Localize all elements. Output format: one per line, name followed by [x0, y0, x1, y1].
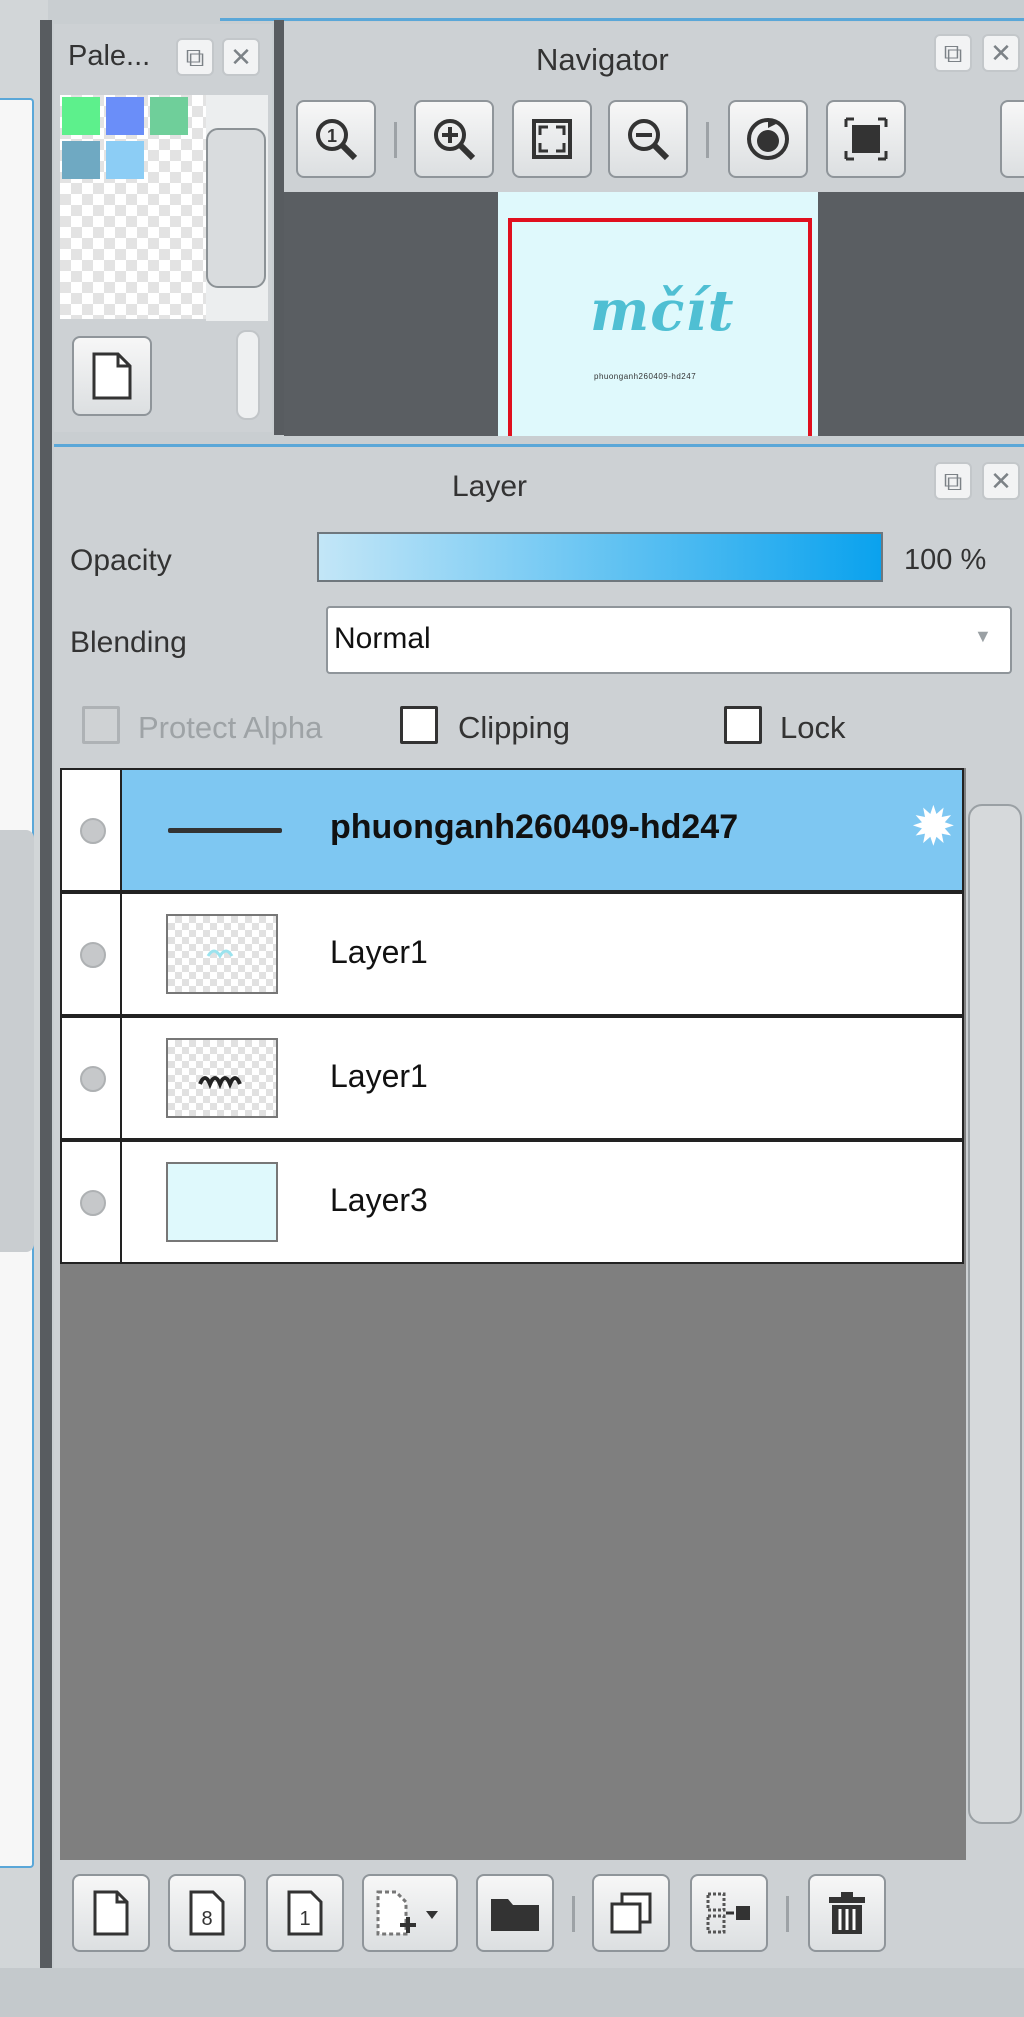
color-swatch-2[interactable]: [106, 97, 144, 135]
clipping-checkbox[interactable]: [400, 706, 438, 744]
fit-screen-button[interactable]: [512, 100, 592, 178]
flip-icon: [844, 117, 888, 161]
svg-text:1: 1: [327, 126, 337, 146]
new-layer-icon: [93, 1890, 129, 1936]
visibility-icon: [80, 1190, 106, 1216]
svg-text:1: 1: [299, 1908, 310, 1930]
visibility-toggle[interactable]: [62, 1018, 122, 1138]
visibility-toggle[interactable]: [62, 770, 122, 890]
visibility-icon: [80, 1066, 106, 1092]
new-8bit-layer-button[interactable]: 8: [168, 1874, 246, 1952]
merge-down-button[interactable]: [690, 1874, 768, 1952]
layer-thumbnail: [166, 1038, 278, 1118]
undock-icon[interactable]: ⧉: [934, 34, 972, 72]
toolbar-separator: [706, 122, 709, 158]
color-swatch-1[interactable]: [62, 97, 100, 135]
new-layer-button[interactable]: [72, 1874, 150, 1952]
panel-divider-2[interactable]: [274, 20, 284, 435]
lock-checkbox[interactable]: [724, 706, 762, 744]
add-layer-dropdown-icon: [376, 1890, 438, 1936]
color-swatch-5[interactable]: [106, 141, 144, 179]
new-palette-button[interactable]: [72, 336, 152, 416]
opacity-slider[interactable]: [317, 532, 883, 582]
zoom-out-button[interactable]: [608, 100, 688, 178]
protect-alpha-checkbox[interactable]: [82, 706, 120, 744]
layer-thumbnail: [166, 914, 278, 994]
opacity-label: Opacity: [70, 544, 172, 577]
swatch-grid[interactable]: [60, 95, 206, 319]
merge-down-icon: [706, 1892, 750, 1934]
layer-row[interactable]: Layer1: [60, 892, 964, 1016]
palette-scroll-handle[interactable]: [236, 330, 260, 420]
fit-screen-icon: [532, 119, 572, 159]
palette-scroll-thumb[interactable]: [206, 128, 266, 288]
zoom-out-icon: [628, 119, 670, 161]
navigator-title: Navigator: [536, 42, 669, 77]
clipping-label: Clipping: [458, 710, 571, 745]
duplicate-layer-icon: [610, 1892, 652, 1934]
panel-divider[interactable]: [40, 20, 52, 1968]
bottom-strip: [0, 1968, 1024, 2017]
visibility-icon: [80, 942, 106, 968]
layer-name: Layer1: [330, 934, 428, 970]
toolbar-separator: [786, 1896, 789, 1932]
close-icon[interactable]: ✕: [982, 462, 1020, 500]
close-icon[interactable]: ✕: [222, 38, 260, 76]
rotate-button[interactable]: [728, 100, 808, 178]
layer-name: Layer3: [330, 1182, 428, 1218]
delete-layer-button[interactable]: [808, 1874, 886, 1952]
lock-label: Lock: [780, 710, 846, 745]
zoom-in-button[interactable]: [414, 100, 494, 178]
canvas-logo-text: mčít: [590, 278, 735, 344]
add-layer-dropdown-button[interactable]: [362, 1874, 458, 1952]
layer-row[interactable]: Layer1: [60, 1016, 964, 1140]
blending-label: Blending: [70, 626, 187, 659]
zoom-in-icon: [434, 119, 476, 161]
visibility-toggle[interactable]: [62, 894, 122, 1014]
canvas-subtitle: phuonganh260409-hd247: [594, 372, 697, 381]
flip-button[interactable]: [826, 100, 906, 178]
protect-alpha-label: Protect Alpha: [138, 710, 323, 745]
new-folder-button[interactable]: [476, 1874, 554, 1952]
layer-thumbnail: [166, 1162, 278, 1242]
color-swatch-4[interactable]: [62, 141, 100, 179]
left-scroll-thumb[interactable]: [0, 830, 34, 1252]
zoom-reset-icon: 1: [316, 119, 358, 161]
blending-value: Normal: [334, 622, 431, 655]
visibility-icon: [80, 818, 106, 844]
layer-row[interactable]: phuonganh260409-hd247 ✹: [60, 768, 964, 892]
toolbar-separator: [572, 1896, 575, 1932]
navigator-overflow-button[interactable]: [1000, 100, 1024, 178]
top-strip: [0, 0, 1024, 20]
undock-icon[interactable]: ⧉: [176, 38, 214, 76]
rotate-icon: [747, 118, 789, 160]
layer-name: phuonganh260409-hd247: [330, 808, 739, 846]
duplicate-layer-button[interactable]: [592, 1874, 670, 1952]
svg-text:8: 8: [201, 1908, 212, 1930]
layer-name: Layer1: [330, 1058, 428, 1094]
zoom-reset-button[interactable]: 1: [296, 100, 376, 178]
new-8bit-layer-icon: 8: [189, 1890, 225, 1936]
delete-layer-icon: [829, 1892, 865, 1934]
toolbar-separator: [394, 122, 397, 158]
layer-panel-title: Layer: [452, 470, 528, 503]
panel-top-accent: [220, 18, 1024, 21]
new-1bit-layer-icon: 1: [287, 1890, 323, 1936]
close-icon[interactable]: ✕: [982, 34, 1020, 72]
color-swatch-3[interactable]: [150, 97, 188, 135]
opacity-value: 100 %: [904, 544, 987, 576]
layer-panel-accent: [54, 444, 1024, 447]
visibility-toggle[interactable]: [62, 1142, 122, 1262]
layer-row[interactable]: Layer3: [60, 1140, 964, 1264]
gear-icon[interactable]: ✹: [911, 800, 956, 854]
chevron-down-icon[interactable]: ▼: [974, 626, 992, 647]
new-page-icon: [92, 352, 132, 400]
folder-icon: [491, 1899, 539, 1931]
palette-title: Pale...: [68, 40, 151, 72]
layer-list-scroll-thumb[interactable]: [968, 804, 1022, 1824]
text-layer-thumbnail: [168, 828, 282, 833]
undock-icon[interactable]: ⧉: [934, 462, 972, 500]
new-1bit-layer-button[interactable]: 1: [266, 1874, 344, 1952]
